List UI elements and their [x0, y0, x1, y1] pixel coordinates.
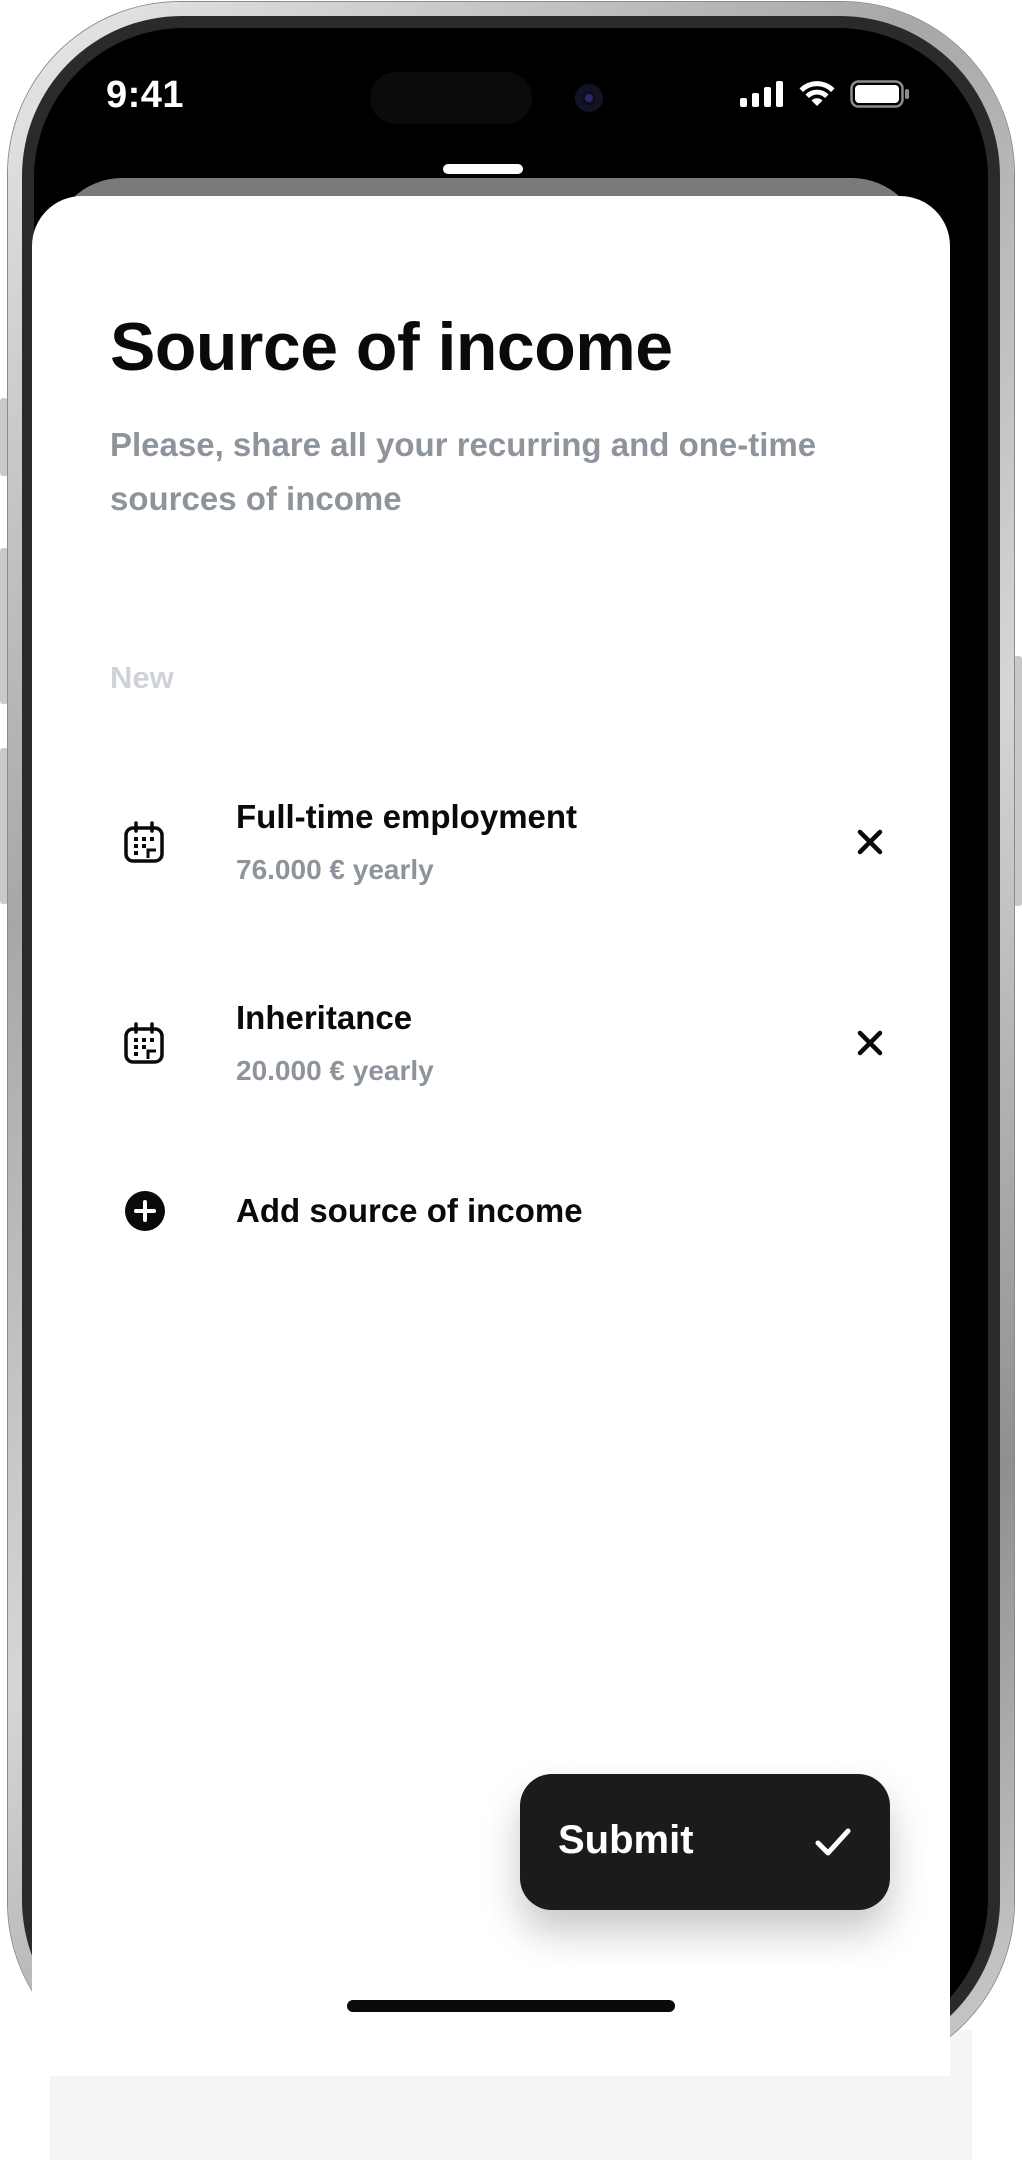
checkmark-icon: [815, 1828, 851, 1856]
income-sheet: Source of income Please, share all your …: [32, 196, 950, 2076]
remove-source-button[interactable]: [850, 1023, 890, 1063]
submit-label: Submit: [558, 1818, 694, 1862]
cellular-signal-icon: [740, 81, 783, 107]
page-title: Source of income: [110, 309, 673, 385]
income-source-title: Full-time employment: [236, 798, 578, 835]
close-icon: [857, 829, 883, 855]
battery-icon: [850, 80, 909, 108]
income-source-amount: 76.000 € yearly: [236, 854, 434, 885]
add-source-label: Add source of income: [236, 1192, 583, 1229]
power-button: [1014, 656, 1022, 906]
volume-up-button: [0, 548, 8, 704]
device-canvas: 9:41 Source of income Please, share all …: [0, 0, 1022, 2160]
sheet-grabber[interactable]: [443, 164, 523, 174]
submit-button[interactable]: Submit: [520, 1774, 890, 1910]
volume-down-button: [0, 748, 8, 904]
income-source-title: Inheritance: [236, 999, 413, 1036]
wifi-icon: [799, 81, 835, 106]
home-indicator[interactable]: [347, 2000, 675, 2012]
remove-source-button[interactable]: [850, 822, 890, 862]
dynamic-island: [370, 72, 532, 124]
income-source-item[interactable]: Full-time employment 76.000 € yearly: [110, 786, 930, 906]
close-icon: [857, 1030, 883, 1056]
status-icons: [740, 80, 910, 108]
add-source-button[interactable]: Add source of income: [110, 1182, 930, 1242]
page-subtitle: Please, share all your recurring and one…: [110, 426, 817, 517]
status-time: 9:41: [106, 74, 185, 116]
front-camera: [575, 84, 603, 112]
calendar-icon: [124, 1022, 164, 1064]
plus-circle-icon: [125, 1191, 165, 1231]
calendar-icon: [124, 821, 164, 863]
section-label-new: New: [110, 660, 174, 695]
income-source-amount: 20.000 € yearly: [236, 1055, 434, 1086]
income-source-item[interactable]: Inheritance 20.000 € yearly: [110, 987, 930, 1107]
action-button: [0, 398, 8, 476]
